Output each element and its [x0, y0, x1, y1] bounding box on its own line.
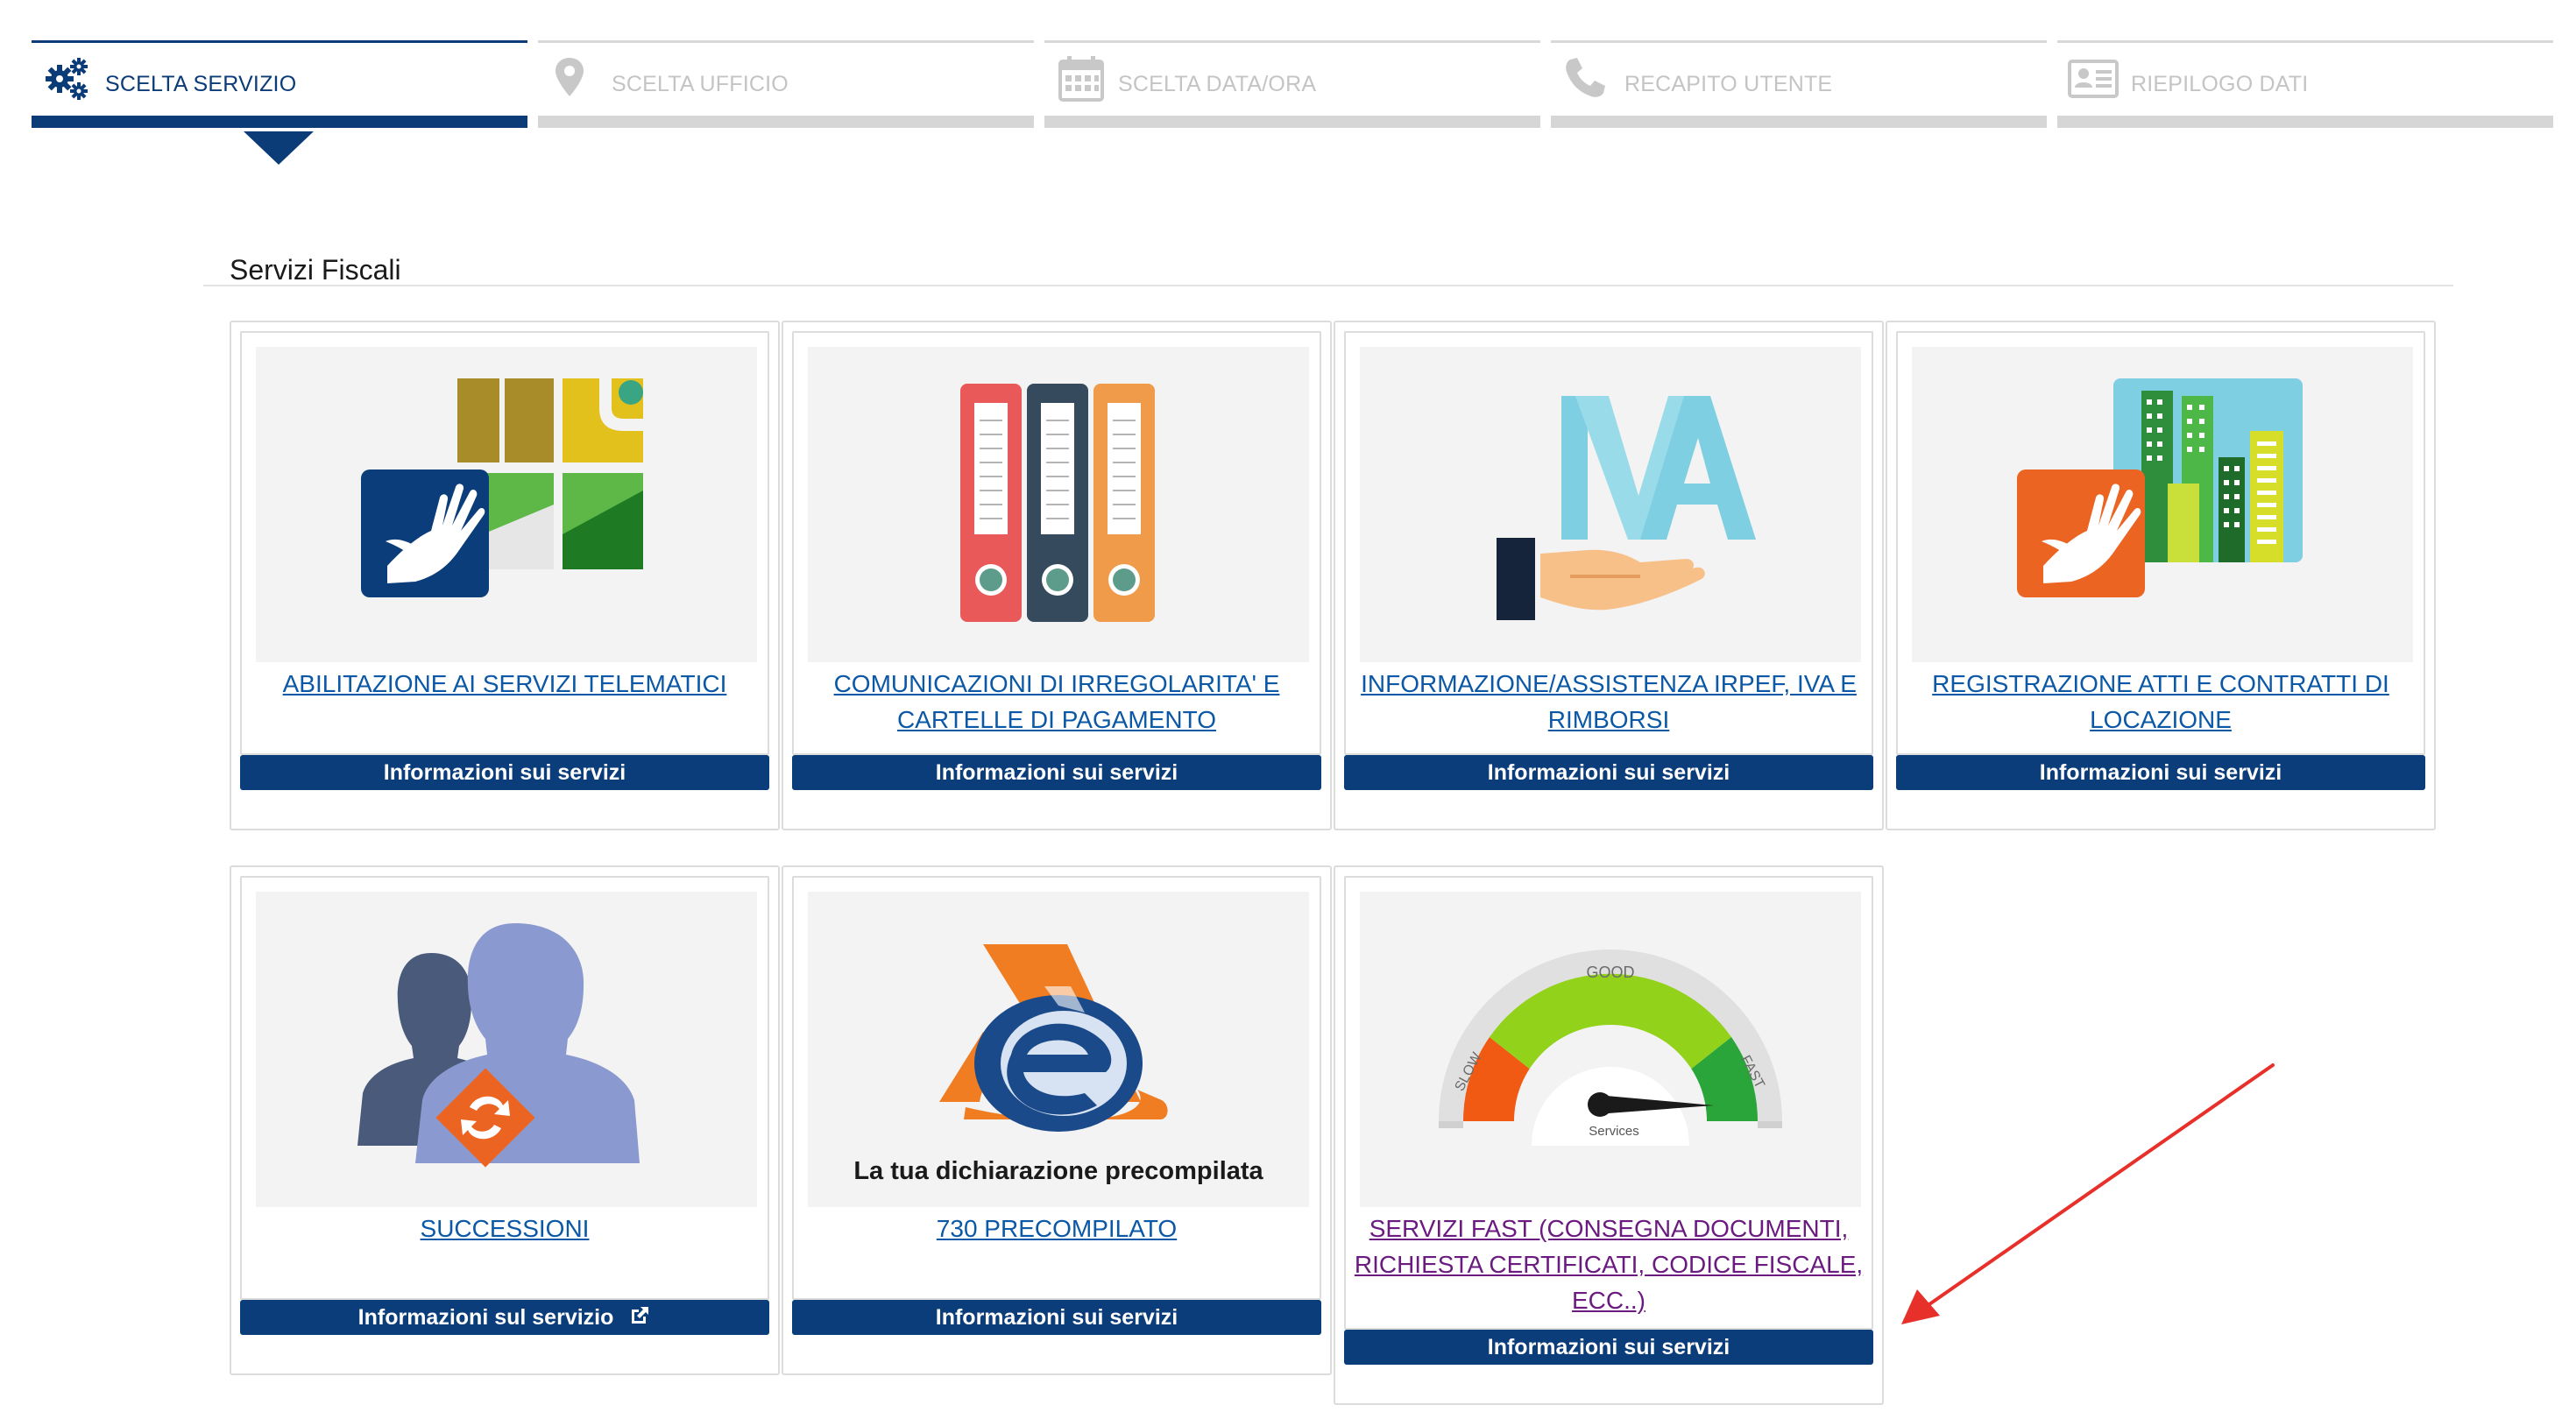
section-divider [203, 285, 2453, 286]
service-card-servizi-fast: GOOD SLOW FAST Services SERVIZI FAST (CO… [1334, 865, 1884, 1405]
button-label: Informazioni sui servizi [383, 760, 626, 785]
service-link-comunicazioni[interactable]: COMUNICAZIONI DI IRREGOLARITA' E CARTELL… [801, 666, 1313, 738]
step-label: SCELTA SERVIZIO [105, 72, 297, 96]
button-label: Informazioni sui servizi [1487, 1335, 1730, 1359]
step-top-line [2057, 40, 2553, 43]
service-link-successioni[interactable]: SUCCESSIONI [249, 1211, 761, 1246]
step-progress-bar [32, 116, 527, 128]
precompilata-logo: La tua dichiarazione precompilata [808, 892, 1309, 1207]
map-marker-icon [545, 53, 601, 105]
service-card-abilitazione: ABILITAZIONE AI SERVIZI TELEMATICI Infor… [230, 321, 780, 830]
card-content: La tua dichiarazione precompilata 730 PR… [792, 876, 1321, 1300]
card-content: ABILITAZIONE AI SERVIZI TELEMATICI [240, 331, 769, 755]
speedometer-illustration: GOOD SLOW FAST Services [1360, 892, 1861, 1207]
section-title: Servizi Fiscali [230, 254, 401, 286]
external-link-icon [632, 1307, 649, 1324]
service-card-successioni: SUCCESSIONI Informazioni sul servizio [230, 865, 780, 1375]
step-scelta-ufficio[interactable]: SCELTA UFFICIO [538, 40, 1034, 128]
service-card-registrazione-atti: REGISTRAZIONE ATTI E CONTRATTI DI LOCAZI… [1886, 321, 2436, 830]
active-step-caret [244, 131, 314, 165]
service-link-abilitazione[interactable]: ABILITAZIONE AI SERVIZI TELEMATICI [249, 666, 761, 702]
precompilata-caption: La tua dichiarazione precompilata [853, 1157, 1263, 1185]
step-progress-bar [2057, 116, 2553, 128]
step-top-line [538, 40, 1034, 43]
id-card-icon [2064, 53, 2120, 105]
service-link-730-precompilato[interactable]: 730 PRECOMPILATO [801, 1211, 1313, 1246]
annotation-arrow-icon [1901, 1063, 2275, 1324]
service-link-registrazione-atti[interactable]: REGISTRAZIONE ATTI E CONTRATTI DI LOCAZI… [1905, 666, 2417, 738]
phone-icon [1558, 53, 1614, 105]
step-progress-bar [1551, 116, 2047, 128]
step-top-line [1044, 40, 1540, 43]
info-button-servizi-fast[interactable]: Informazioni sui servizi [1344, 1330, 1873, 1365]
service-card-irpef-iva: INFORMAZIONE/ASSISTENZA IRPEF, IVA E RIM… [1334, 321, 1884, 830]
step-scelta-data-ora[interactable]: SCELTA DATA/ORA [1044, 40, 1540, 128]
service-link-irpef-iva[interactable]: INFORMAZIONE/ASSISTENZA IRPEF, IVA E RIM… [1353, 666, 1865, 738]
button-label: Informazioni sui servizi [2039, 760, 2282, 785]
step-label: RECAPITO UTENTE [1624, 72, 1833, 96]
info-button-registrazione-atti[interactable]: Informazioni sui servizi [1896, 755, 2425, 790]
card-content: REGISTRAZIONE ATTI E CONTRATTI DI LOCAZI… [1896, 331, 2425, 755]
info-button-730-precompilato[interactable]: Informazioni sui servizi [792, 1300, 1321, 1335]
info-button-irpef-iva[interactable]: Informazioni sui servizi [1344, 755, 1873, 790]
people-swap-illustration [256, 892, 757, 1207]
info-button-comunicazioni[interactable]: Informazioni sui servizi [792, 755, 1321, 790]
step-riepilogo-dati[interactable]: RIEPILOGO DATI [2057, 40, 2553, 128]
card-content: COMUNICAZIONI DI IRREGOLARITA' E CARTELL… [792, 331, 1321, 755]
step-scelta-servizio[interactable]: SCELTA SERVIZIO [32, 40, 527, 128]
step-recapito-utente[interactable]: RECAPITO UTENTE [1551, 40, 2047, 128]
info-button-successioni[interactable]: Informazioni sul servizio [240, 1300, 769, 1335]
service-link-servizi-fast[interactable]: SERVIZI FAST (CONSEGNA DOCUMENTI, RICHIE… [1353, 1211, 1865, 1318]
step-top-line [32, 40, 527, 43]
step-top-line [1551, 40, 2047, 43]
gauge-good-label: GOOD [1586, 964, 1634, 981]
hand-letters-illustration [1360, 347, 1861, 662]
button-label: Informazioni sui servizi [1487, 760, 1730, 785]
step-label: RIEPILOGO DATI [2131, 72, 2309, 96]
card-content: GOOD SLOW FAST Services SERVIZI FAST (CO… [1344, 876, 1873, 1330]
button-label: Informazioni sui servizi [935, 760, 1178, 785]
button-label: Informazioni sui servizi [935, 1305, 1178, 1330]
step-progress-bar [538, 116, 1034, 128]
binders-illustration [808, 347, 1309, 662]
gears-icon [39, 53, 95, 105]
calendar-icon [1051, 53, 1108, 105]
service-card-comunicazioni: COMUNICAZIONI DI IRREGOLARITA' E CARTELL… [782, 321, 1332, 830]
card-content: SUCCESSIONI [240, 876, 769, 1300]
button-label: Informazioni sul servizio [357, 1305, 614, 1330]
info-button-abilitazione[interactable]: Informazioni sui servizi [240, 755, 769, 790]
step-progress-bar [1044, 116, 1540, 128]
hand-map-illustration [256, 347, 757, 662]
gauge-center-label: Services [1589, 1124, 1639, 1139]
hand-buildings-illustration [1912, 347, 2413, 662]
step-label: SCELTA DATA/ORA [1118, 72, 1317, 96]
wizard-stepper: SCELTA SERVIZIO SCELTA UFFICIO SCELTA DA… [32, 40, 2553, 128]
service-card-730-precompilato: La tua dichiarazione precompilata 730 PR… [782, 865, 1332, 1375]
step-label: SCELTA UFFICIO [612, 72, 789, 96]
card-content: INFORMAZIONE/ASSISTENZA IRPEF, IVA E RIM… [1344, 331, 1873, 755]
